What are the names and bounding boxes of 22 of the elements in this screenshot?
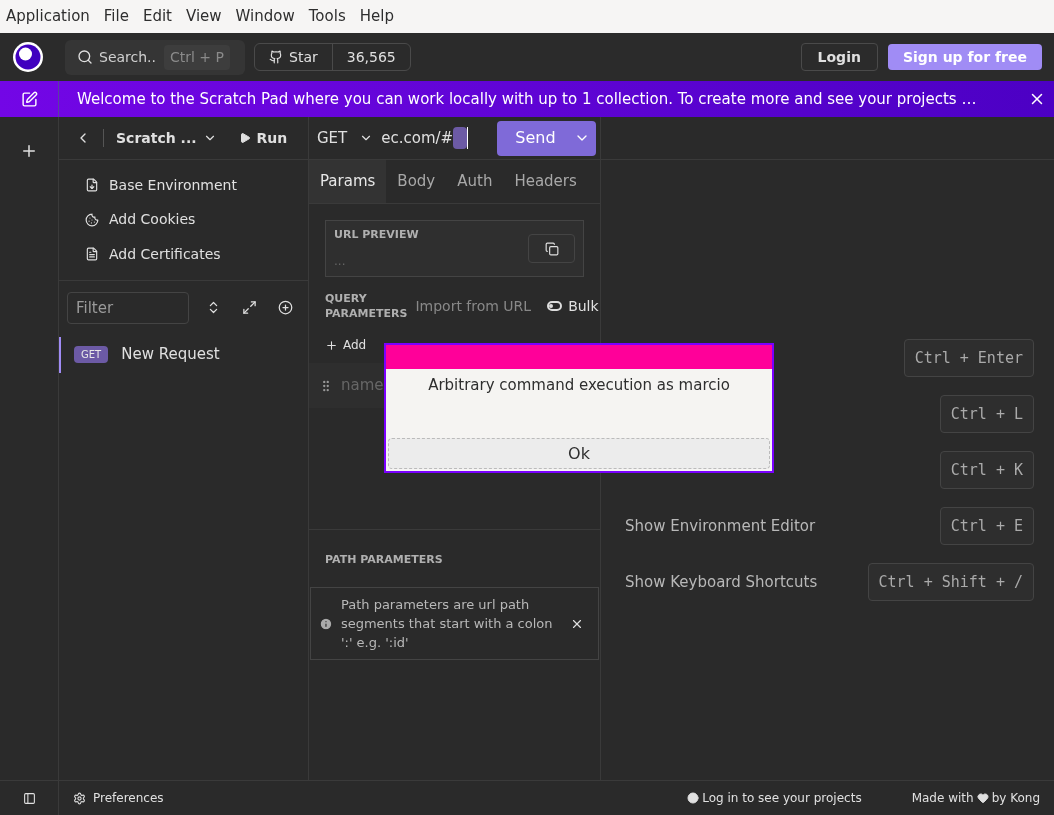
shortcut-hint: Ctrl + P [164, 44, 230, 70]
path-parameters-heading: PATH PARAMETERS [325, 553, 443, 566]
shortcut-label: Show Keyboard Shortcuts [625, 571, 818, 593]
dialog-message: Arbitrary command execution as marcio [427, 375, 731, 396]
banner-text: Welcome to the Scratch Pad where you can work locally with up to 1 collection. To create more and see your projects … [77, 88, 977, 110]
shortcut-label: Show Environment Editor [625, 515, 816, 537]
star-label: Star [289, 47, 318, 67]
search-placeholder: Search.. [99, 47, 156, 67]
url-preview-label: URL PREVIEW [334, 227, 420, 244]
made-with-text: Made with [911, 790, 974, 807]
query-parameters-heading: QUERY PARAMETERS [325, 291, 408, 321]
method-tag: GET [74, 346, 109, 363]
notice-text: Path parameters are url path segments that start with a colon ':' e.g. ':id' [340, 596, 554, 652]
shortcut-keys: Ctrl + Enter [903, 339, 1034, 377]
url-preview-value: ... [334, 252, 347, 270]
shortcut-keys: Ctrl + K [939, 451, 1034, 489]
shortcut-keys: Ctrl + Shift + / [867, 563, 1034, 601]
shortcut-keys: Ctrl + L [939, 395, 1034, 433]
request-name: New Request [121, 344, 220, 366]
shortcut-keys: Ctrl + E [939, 507, 1034, 545]
star-count: 36,565 [345, 47, 397, 67]
by-kong-text: by Kong [991, 790, 1040, 807]
